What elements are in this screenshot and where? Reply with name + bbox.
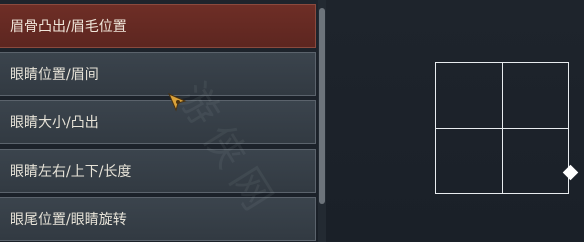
scrollbar-thumb[interactable] xyxy=(319,8,325,204)
menu-item-label: 眼睛左右/上下/长度 xyxy=(10,164,132,180)
pointer-cursor-icon xyxy=(168,93,187,112)
menu-item-eye-offset[interactable]: 眼睛左右/上下/长度 xyxy=(0,149,316,193)
menu-item-label: 眉骨凸出/眉毛位置 xyxy=(10,19,127,35)
menu-item-eye-position[interactable]: 眼睛位置/眉间 xyxy=(0,52,316,96)
menu-item-eye-tail[interactable]: 眼尾位置/眼睛旋转 xyxy=(0,197,316,241)
menu-item-label: 眼睛大小/凸出 xyxy=(10,115,99,131)
menu-item-label: 眼尾位置/眼睛旋转 xyxy=(10,212,127,228)
face-editor-panel: 眉骨凸出/眉毛位置 眼睛位置/眉间 眼睛大小/凸出 眼睛左右/上下/长度 眼尾位… xyxy=(0,0,584,242)
menu-item-brow[interactable]: 眉骨凸出/眉毛位置 xyxy=(0,4,316,48)
menu-item-eye-size[interactable]: 眼睛大小/凸出 xyxy=(0,100,316,144)
pad-divider-horizontal xyxy=(436,128,568,129)
adjust-pad[interactable] xyxy=(435,62,569,194)
menu-item-label: 眼睛位置/眉间 xyxy=(10,67,99,83)
feature-menu: 眉骨凸出/眉毛位置 眼睛位置/眉间 眼睛大小/凸出 眼睛左右/上下/长度 眼尾位… xyxy=(0,0,322,242)
